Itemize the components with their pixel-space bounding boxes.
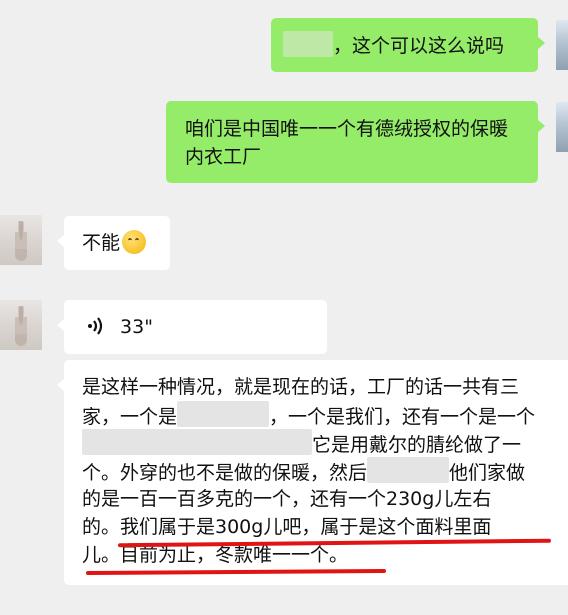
message-bubble[interactable]: ，这个可以这么说吗: [271, 18, 545, 72]
avatar[interactable]: [556, 20, 568, 70]
message-bubble[interactable]: 不能: [57, 216, 170, 270]
avatar[interactable]: [556, 102, 568, 152]
message-text: 内衣工厂: [185, 146, 262, 168]
transcription-line: 的。我们属于是300g儿吧，属于是这个面料里面: [82, 516, 492, 538]
transcription-line: 个。外穿的也不是做的保暖，然后: [82, 462, 368, 484]
voice-duration: 33": [120, 316, 153, 338]
thinking-face-icon: [122, 230, 147, 254]
transcription-line: ，一个是我们，还有一个是一个: [269, 406, 536, 428]
transcription-line: 的是一百一百多克的一个，还有一个230g儿左右: [82, 488, 492, 510]
transcription-line: 家，一个是: [82, 406, 178, 428]
message-bubble[interactable]: 咱们是中国唯一一个有德绒授权的保暖 内衣工厂: [166, 101, 545, 183]
voice-message[interactable]: 33": [57, 300, 327, 354]
avatar[interactable]: [0, 300, 42, 350]
transcription-line: 它是用戴尔的腈纶做了一: [312, 434, 522, 456]
redacted-text: [177, 401, 270, 427]
message-text: 咱们是中国唯一一个有德绒授权的保暖: [185, 118, 509, 140]
transcription-bubble[interactable]: 是这样一种情况，就是现在的话，工厂的话一共有三 家，一个是 ，一个是我们，还有一个…: [57, 360, 568, 585]
message-text: 不能: [82, 232, 121, 254]
redacted-text: [82, 429, 312, 455]
transcription-line: 是这样一种情况，就是现在的话，工厂的话一共有三: [82, 376, 520, 398]
avatar[interactable]: [0, 215, 42, 265]
redacted-text: [367, 457, 450, 483]
voice-wave-icon: [86, 315, 108, 337]
redacted-text: [283, 31, 333, 57]
message-text: ，这个可以这么说吗: [333, 35, 505, 57]
transcription-line: 他们家做: [449, 462, 526, 484]
